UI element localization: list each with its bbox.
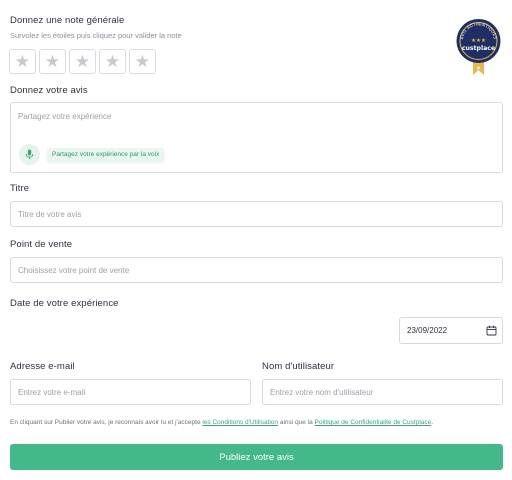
- legal-text-1: En cliquant sur Publier votre avis, je r…: [10, 419, 203, 426]
- review-textarea[interactable]: Partagez votre expérience Partagez votre…: [10, 102, 503, 173]
- date-label: Date de votre expérience: [10, 298, 119, 309]
- microphone-icon: [25, 149, 34, 160]
- store-select[interactable]: Choisissez votre point de vente: [10, 257, 503, 283]
- title-input[interactable]: Titre de votre avis: [10, 201, 503, 227]
- star-1-button[interactable]: ★: [9, 49, 36, 74]
- star-4-button[interactable]: ★: [99, 49, 126, 74]
- legal-text-3: .: [431, 419, 434, 426]
- legal-text-2: ainsi que la: [278, 419, 315, 426]
- rating-title: Donnez une note générale: [10, 15, 125, 26]
- svg-text:★: ★: [476, 66, 481, 72]
- star-icon: ★: [74, 52, 91, 71]
- username-input[interactable]: Entrez votre nom d'utilisateur: [262, 379, 503, 405]
- rating-hint: Survolez les étoiles puis cliquez pour v…: [10, 31, 182, 40]
- publish-review-button[interactable]: Publiez votre avis: [10, 444, 503, 470]
- store-label: Point de vente: [10, 239, 73, 250]
- star-rating: ★ ★ ★ ★ ★: [9, 49, 156, 74]
- microphone-button[interactable]: [19, 144, 40, 165]
- email-placeholder: Entrez votre e-mail: [18, 387, 86, 397]
- star-icon: ★: [104, 52, 121, 71]
- star-3-button[interactable]: ★: [69, 49, 96, 74]
- calendar-icon[interactable]: [486, 325, 497, 336]
- star-2-button[interactable]: ★: [39, 49, 66, 74]
- svg-text:★★★: ★★★: [471, 38, 486, 44]
- star-5-button[interactable]: ★: [129, 49, 156, 74]
- title-placeholder: Titre de votre avis: [18, 209, 82, 219]
- email-label: Adresse e-mail: [10, 361, 75, 372]
- username-label: Nom d'utilisateur: [262, 361, 335, 372]
- date-input[interactable]: 23/09/2022: [399, 317, 503, 344]
- star-icon: ★: [134, 52, 151, 71]
- legal-notice: En cliquant sur Publier votre avis, je r…: [10, 419, 433, 426]
- review-label: Donnez votre avis: [10, 85, 88, 96]
- star-icon: ★: [44, 52, 61, 71]
- date-value: 23/09/2022: [407, 326, 448, 335]
- custplace-authentic-badge: AVIS AUTHENTIQUES ★★★ custplace ★: [456, 19, 501, 75]
- title-label: Titre: [10, 183, 30, 194]
- review-placeholder: Partagez votre expérience: [18, 112, 112, 121]
- store-placeholder: Choisissez votre point de vente: [18, 265, 130, 275]
- username-placeholder: Entrez votre nom d'utilisateur: [270, 387, 374, 397]
- star-icon: ★: [14, 52, 31, 71]
- badge-brand: custplace: [462, 45, 495, 52]
- terms-link[interactable]: les Conditions d'Utilisation: [202, 419, 278, 426]
- voice-input-button[interactable]: Partagez votre expérience par la voix: [47, 148, 165, 162]
- email-input[interactable]: Entrez votre e-mail: [10, 379, 251, 405]
- privacy-link[interactable]: Politique de Confidentialité de Custplac…: [315, 419, 432, 426]
